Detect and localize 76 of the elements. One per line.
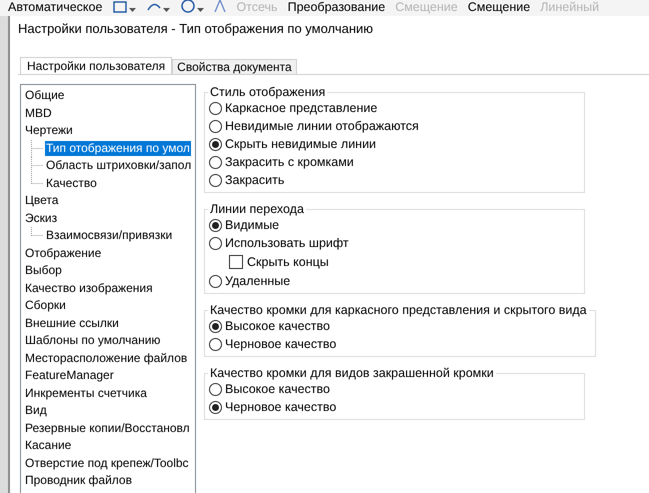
- tree-item[interactable]: Шаблоны по умолчанию: [24, 333, 162, 348]
- square-icon[interactable]: [112, 0, 128, 14]
- tree-item[interactable]: Отображение: [24, 246, 102, 261]
- tree-connector: [31, 227, 45, 236]
- toolbar-label[interactable]: Смещение: [468, 0, 530, 15]
- toolbar-label[interactable]: Преобразование: [288, 0, 386, 15]
- radio-option[interactable]: Высокое качество: [209, 317, 589, 335]
- tree-connector: [31, 140, 45, 157]
- tree-item[interactable]: Внешние ссылки: [24, 316, 120, 331]
- radio-option[interactable]: Закрасить с кромками: [209, 153, 578, 171]
- option-label: Каркасное представление: [225, 101, 378, 115]
- radio-option[interactable]: Невидимые линии отображаются: [209, 117, 578, 135]
- tree-item[interactable]: Общие: [24, 88, 66, 104]
- option-label: Скрыть невидимые линии: [225, 137, 376, 151]
- tree-item[interactable]: Сборки: [24, 298, 67, 314]
- group-title: Качество кромки для каркасного представления и скрытого вида: [209, 303, 588, 317]
- option-label: Использовать шрифт: [225, 236, 349, 250]
- tree-item[interactable]: Чертежи: [24, 123, 74, 138]
- option-label: Невидимые линии отображаются: [225, 119, 419, 133]
- tree-item[interactable]: Область штриховки/запол: [45, 158, 192, 174]
- window-title: Настройки пользователя - Тип отображения по умолчанию: [17, 20, 374, 38]
- checkbox-option[interactable]: Скрыть концы: [229, 252, 578, 272]
- tree-item[interactable]: Отверстие под крепеж/Toolbc: [24, 456, 190, 471]
- radio-button[interactable]: [209, 102, 222, 114]
- option-label: Черновое качество: [225, 337, 336, 351]
- radio-button[interactable]: [209, 400, 222, 414]
- radio-button[interactable]: [209, 218, 222, 232]
- group-title: Качество кромки для видов закрашенной кромки: [209, 366, 495, 380]
- radio-button[interactable]: [209, 320, 222, 332]
- radio-option[interactable]: Черновое качество: [209, 335, 589, 353]
- option-label: Видимые: [225, 218, 280, 232]
- tree-item[interactable]: Качество: [45, 176, 98, 191]
- checkbox[interactable]: [229, 255, 243, 269]
- radio-option[interactable]: Закрасить: [209, 171, 578, 189]
- tree-item[interactable]: Касание: [24, 438, 72, 454]
- radio-option[interactable]: Использовать шрифт: [209, 234, 578, 252]
- option-label: Удаленные: [225, 274, 290, 288]
- tree-item[interactable]: Тип отображения по умол: [45, 140, 191, 156]
- radio-button[interactable]: [209, 174, 222, 186]
- tree-item[interactable]: MBD: [24, 106, 53, 121]
- tab[interactable]: Настройки пользователя: [20, 57, 172, 74]
- radio-option[interactable]: Каркасное представление: [209, 99, 578, 117]
- tree-item[interactable]: Взаимосвязи/привязки: [45, 228, 174, 244]
- radio-button[interactable]: [209, 382, 222, 396]
- tree-item[interactable]: Цвета: [24, 193, 60, 208]
- tree-item[interactable]: Месторасположение файлов: [24, 350, 188, 366]
- radio-option[interactable]: Скрыть невидимые линии: [209, 135, 578, 153]
- radio-button[interactable]: [209, 274, 222, 288]
- option-label: Высокое качество: [225, 382, 330, 396]
- option-label: Закрасить с кромками: [225, 155, 354, 169]
- letter-icon[interactable]: [214, 0, 226, 12]
- radio-button[interactable]: [209, 156, 222, 168]
- option-label: Черновое качество: [225, 400, 336, 414]
- radio-button[interactable]: [209, 138, 222, 150]
- group-title: Линии перехода: [209, 202, 305, 216]
- tree-item[interactable]: Эскиз: [24, 210, 58, 226]
- option-label: Закрасить: [225, 173, 284, 187]
- toolbar-label[interactable]: Автоматическое: [8, 0, 102, 15]
- tree-item[interactable]: Инкременты счетчика: [24, 386, 148, 401]
- radio-button[interactable]: [209, 338, 222, 350]
- radio-button[interactable]: [209, 120, 222, 132]
- tree-item[interactable]: Вид: [24, 403, 48, 418]
- radio-option[interactable]: Высокое качество: [209, 380, 578, 398]
- radio-button[interactable]: [209, 236, 222, 250]
- tab[interactable]: Свойства документа: [172, 59, 297, 74]
- tree-item[interactable]: Качество изображения: [24, 280, 154, 296]
- radio-option[interactable]: Черновое качество: [209, 398, 578, 416]
- tree-item[interactable]: Проводник файлов: [24, 473, 133, 488]
- radio-option[interactable]: Удаленные: [209, 272, 578, 290]
- group-title: Стиль отображения: [209, 85, 326, 99]
- radio-option[interactable]: Видимые: [209, 216, 578, 234]
- option-label: Высокое качество: [225, 319, 330, 333]
- tree-item[interactable]: FeatureManager: [24, 368, 115, 384]
- tree-item[interactable]: Выбор: [24, 263, 63, 278]
- tree-item[interactable]: Резервные копии/Восстановл: [24, 420, 191, 436]
- option-label: Скрыть концы: [247, 255, 329, 269]
